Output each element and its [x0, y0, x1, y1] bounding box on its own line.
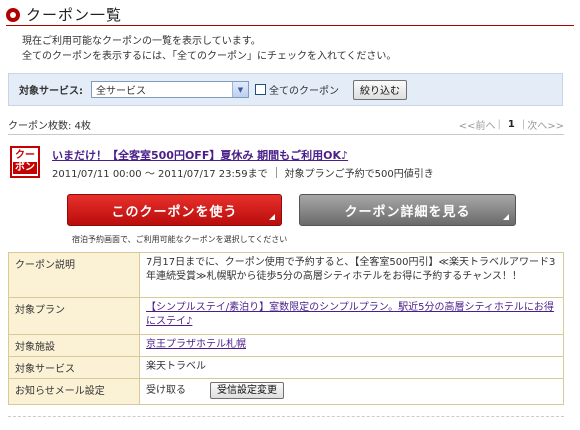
service-filter-label: 対象サービス:: [19, 86, 83, 97]
chevron-down-icon[interactable]: ▼: [232, 82, 248, 97]
coupon-count: クーポン枚数: 4枚: [8, 120, 91, 132]
change-mail-setting-button[interactable]: 受信設定変更: [210, 382, 284, 399]
mail-setting-value: 受け取る: [146, 384, 186, 396]
pager-divider: |: [497, 118, 501, 130]
use-coupon-button[interactable]: このクーポンを使う: [67, 194, 282, 226]
desc-label: クーポン説明: [8, 252, 140, 298]
table-row: 対象サービス 楽天トラベル: [8, 356, 564, 379]
pager-prev: <<前へ: [458, 120, 496, 132]
list-summary: クーポン枚数: 4枚 <<前へ | 1 | 次へ>>: [8, 116, 564, 132]
page-title: クーポン一覧: [26, 6, 123, 24]
intro-line-2: 全てのクーポンを表示するには、「全てのクーポン」にチェックを入れてください。: [22, 51, 397, 62]
use-coupon-label: このクーポンを使う: [111, 204, 238, 220]
intro-line-1: 現在ご利用可能なクーポンの一覧を表示しています。: [22, 36, 261, 47]
coupon-title-link[interactable]: いまだけ！【全客室500円OFF】夏休み 期間もご利用OK♪: [52, 147, 348, 163]
pager-next: 次へ>>: [527, 120, 564, 132]
mail-setting-row: 受け取る 受信設定変更: [146, 382, 557, 399]
plan-label: 対象プラン: [8, 297, 140, 335]
coupon-badge-icon: クー ポン: [10, 146, 40, 178]
service-select-value: 全サービス: [96, 86, 146, 97]
pager-divider: |: [521, 118, 526, 130]
all-coupons-label[interactable]: 全てのクーポン: [269, 82, 339, 97]
usage-note: 宿泊予約画面で、ご利用可能なクーポンを選択してください: [72, 235, 288, 244]
coupon-discount: 対象プランご予約で500円値引き: [284, 169, 434, 180]
corner-arrow-icon: [269, 214, 275, 220]
facility-label: 対象施設: [8, 334, 140, 357]
corner-arrow-icon: [503, 214, 509, 220]
all-coupons-checkbox[interactable]: [255, 84, 266, 95]
narrow-button[interactable]: 絞り込む: [353, 79, 407, 100]
coupon-detail-button[interactable]: クーポン詳細を見る: [299, 194, 516, 226]
filter-panel: 対象サービス: 全サービス ▼ 全てのクーポン 絞り込む: [8, 73, 563, 106]
divider: [8, 134, 564, 135]
mail-setting-label: お知らせメール設定: [8, 378, 140, 405]
coupon-meta: 2011/07/11 00:00 ～ 2011/07/17 23:59まで 対象…: [52, 165, 434, 180]
intro-text: 現在ご利用可能なクーポンの一覧を表示しています。 全てのクーポンを表示するには、…: [22, 34, 542, 64]
bullet-icon: [6, 7, 20, 22]
bottom-divider: [8, 416, 564, 417]
facility-link[interactable]: 京王プラザホテル札幌: [146, 339, 246, 350]
table-row: クーポン説明 7月17日までに、クーポン使用で予約すると、【全客室500円引】≪…: [8, 252, 564, 298]
pager-current: 1: [507, 118, 515, 130]
service-select[interactable]: 全サービス ▼: [91, 81, 249, 98]
meta-divider: [275, 167, 277, 178]
page-header: クーポン一覧: [6, 4, 574, 26]
table-row: 対象プラン 【シンプルステイ/素泊り】室数限定のシンプルプラン。駅近5分の高層シ…: [8, 297, 564, 335]
service-value: 楽天トラベル: [139, 356, 564, 379]
badge-text-top: クー: [15, 150, 35, 161]
coupon-detail-table: クーポン説明 7月17日までに、クーポン使用で予約すると、【全客室500円引】≪…: [8, 252, 564, 405]
table-row: 対象施設 京王プラザホテル札幌: [8, 334, 564, 357]
desc-value: 7月17日までに、クーポン使用で予約すると、【全客室500円引】≪楽天トラベルア…: [139, 252, 564, 298]
service-label: 対象サービス: [8, 356, 140, 379]
badge-text-bottom: ポン: [13, 162, 37, 174]
table-row: お知らせメール設定 受け取る 受信設定変更: [8, 378, 564, 405]
coupon-period: 2011/07/11 00:00 ～ 2011/07/17 23:59まで: [52, 169, 268, 180]
coupon-detail-label: クーポン詳細を見る: [344, 204, 471, 220]
plan-link[interactable]: 【シンプルステイ/素泊り】室数限定のシンプルプラン。駅近5分の高層シティホテルに…: [146, 302, 554, 327]
pagination: <<前へ | 1 | 次へ>>: [459, 117, 564, 132]
